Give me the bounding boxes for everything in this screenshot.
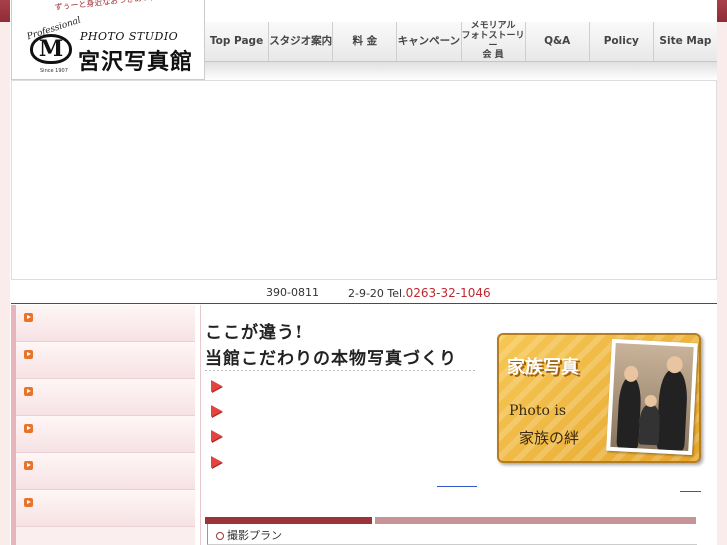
sidebar-item-5[interactable] [16,453,195,490]
heading-rule [205,370,475,371]
text-link[interactable] [680,491,701,492]
arrow-bullet-icon [24,424,33,433]
circle-bullet-icon [216,532,224,540]
postal-code: 390-0811 [266,286,319,299]
text-link[interactable] [437,486,477,487]
nav-site-map[interactable]: Site Map [652,22,717,61]
nav-campaign[interactable]: キャンペーン [396,22,460,61]
banner-subtitle: Photo is [509,403,567,419]
nav-studio-guide[interactable]: スタジオ案内 [268,22,332,61]
hero-image-area [11,80,717,280]
arrow-link-icon[interactable] [211,405,222,417]
family-photo-banner[interactable]: 家族写真 Photo is 家族の絆 [497,333,701,463]
family-photo-image [610,343,694,451]
arrow-bullet-icon [24,498,33,507]
nav-shadow [205,62,717,80]
nav-pricing[interactable]: 料 金 [332,22,396,61]
logo-mark-icon: M [30,34,72,64]
address-prefix: 2-9-20 Tel. [348,287,406,300]
sidebar-item-4[interactable] [16,416,195,453]
arrow-link-icon[interactable] [211,430,222,442]
logo[interactable]: ずぅーと身近なおつきあい,あなたの街の写真館です Professional M … [11,0,241,80]
arrow-bullet-icon [24,313,33,322]
sidebar-item-2[interactable] [16,342,195,379]
arrow-bullet-icon [24,387,33,396]
sidebar-item-3[interactable] [16,379,195,416]
section-bar-left [205,517,372,524]
section-title-shooting-plan: 撮影プラン [207,524,697,545]
arrow-bullet-icon [24,350,33,359]
address-bar: 390-0811 2-9-20 Tel.0263-32-1046 [11,280,717,304]
arrow-link-icon[interactable] [211,380,222,392]
nav-policy[interactable]: Policy [588,22,653,61]
logo-name: 宮沢写真館 [78,50,194,75]
sidebar [11,305,201,545]
nav-qa[interactable]: Q&A [524,22,589,61]
banner-subtitle-2: 家族の絆 [519,429,580,447]
main-nav: Top Page スタジオ案内 料 金 キャンペーン メモリアル フォトストーリ… [205,21,717,62]
feature-heading: ここが違う! [205,323,304,343]
arrow-bullet-icon [24,461,33,470]
feature-subheading: 当館こだわりの本物写真づくり [205,349,457,369]
logo-studio: PHOTO STUDIO [80,30,179,43]
sidebar-item-1[interactable] [16,305,195,342]
family-photo [606,338,698,456]
section-title-label: 撮影プラン [227,529,282,542]
logo-since: Since 1907 [40,68,68,74]
banner-title: 家族写真 [507,357,579,378]
section-bar-right [375,517,696,524]
phone-number[interactable]: 0263-32-1046 [406,286,491,300]
nav-memorial-members[interactable]: メモリアル フォトストーリー 会 員 [460,21,525,61]
sidebar-divider [200,305,201,545]
address-line: 2-9-20 Tel.0263-32-1046 [348,286,491,300]
arrow-link-icon[interactable] [211,456,222,468]
sidebar-item-6[interactable] [16,490,195,527]
nav-top-page[interactable]: Top Page [205,22,268,61]
